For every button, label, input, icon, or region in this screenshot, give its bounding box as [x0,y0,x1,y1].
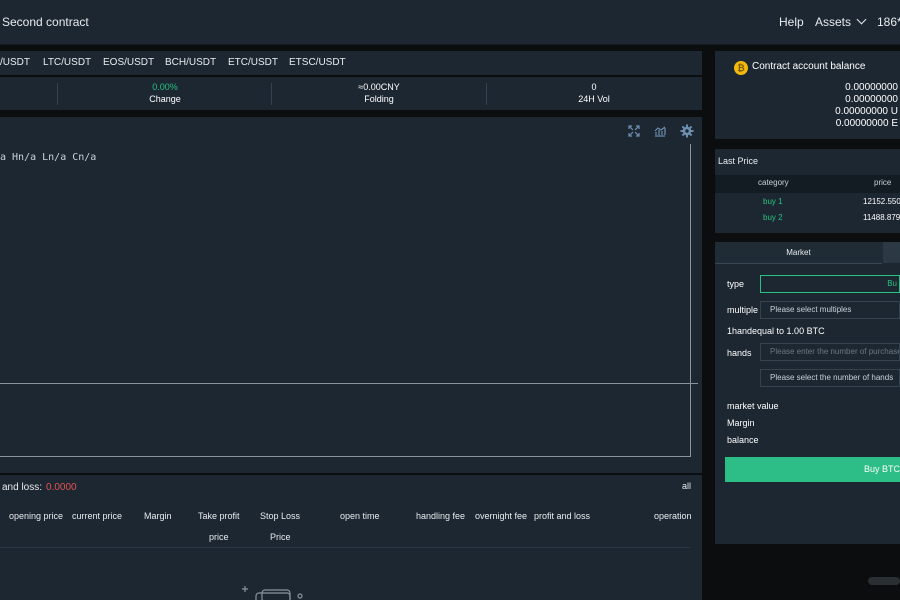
scroll-hint [868,577,900,585]
balance-value: 0.00000000 [845,94,898,105]
divider [57,83,58,105]
pair-tabs: /USDT LTC/USDT EOS/USDT BCH/USDT ETC/USD… [0,51,702,75]
orders-panel: and loss: 0.0000 all opening price curren… [0,475,702,600]
trade-tabs: Market [715,242,900,264]
all-filter[interactable]: all [682,481,691,491]
last-price-header: category price [715,175,900,193]
col-take-profit-price: price [209,532,229,542]
profit-loss-label: and loss: [2,482,43,493]
coin-icon: ₿ [734,61,748,75]
col-overnight-fee: overnight fee [475,511,528,521]
col-stop-loss: Stop Loss [260,511,301,521]
volume-value: 0 [591,82,597,92]
col-margin: Margin [144,511,172,521]
page-title: Second contract [2,15,89,29]
volume-stat: 0 24H Vol [549,82,639,104]
chart-crosshair [0,383,698,384]
buy-button[interactable]: Buy BTC [725,457,900,482]
balance-value: 0.00000000 E [835,118,898,129]
col-operation: operation [654,511,692,521]
margin-label: Margin [727,418,755,428]
type-label: type [727,279,745,289]
row-category: buy 1 [763,197,783,206]
folding-value: ≈0.00CNY [358,82,400,92]
balance-value: 0.00000000 U [835,106,898,117]
divider [271,83,272,105]
multiple-label: multiple [727,305,759,315]
top-bar: Second contract Help Assets 186** [0,0,900,45]
profit-loss-summary: and loss: 0.0000 [2,482,77,493]
assets-menu[interactable]: Assets [815,14,867,29]
last-price-title: Last Price [718,156,759,166]
col-stop-loss-price: Price [270,532,291,542]
ticker-stats: 0.00% Change ≈0.00CNY Folding 0 24H Vol [0,77,702,110]
pair-tab[interactable]: ETSC/USDT [289,57,346,68]
balance-label: balance [727,435,759,445]
col-profit-and-loss: profit and loss [534,511,591,521]
pair-tab[interactable]: /USDT [0,57,30,68]
tab-other[interactable] [883,242,900,263]
indicator-icon[interactable] [653,124,667,138]
tab-market[interactable]: Market [715,242,882,264]
pair-tab[interactable]: BCH/USDT [165,57,216,68]
change-label: Change [149,94,181,104]
buy-button-label: Buy BTC [863,464,900,474]
col-take-profit: Take profit [198,511,240,521]
col-price: price [874,178,892,187]
pair-tab[interactable]: EOS/USDT [103,57,154,68]
type-selector[interactable]: Bu [760,275,900,293]
hands-label: hands [727,348,752,358]
multiple-select[interactable]: Please select multiples [760,301,900,319]
empty-state-icon [242,586,303,600]
pair-tab[interactable]: ETC/USDT [228,57,278,68]
row-price: 11488.879 [863,213,900,222]
col-current-price: current price [72,511,123,521]
fullscreen-icon[interactable] [627,124,641,138]
hand-equal-text: 1handequal to 1.00 BTC [727,326,825,336]
chart-frame [0,144,691,457]
market-value-label: market value [727,401,779,411]
last-price-panel: Last Price category price buy 1 12152.55… [715,149,900,233]
account-title: Contract account balance [752,61,866,72]
change-value: 0.00% [152,82,178,92]
volume-label: 24H Vol [578,94,610,104]
price-chart[interactable]: a Hn/a Ln/a Cn/a [0,117,702,473]
assets-label: Assets [815,15,852,29]
col-handling-fee: handling fee [416,511,466,521]
table-divider [0,547,690,548]
trade-panel: Market type Bu multiple Please select mu… [715,242,900,544]
ohlc-readout: a Hn/a Ln/a Cn/a [0,152,97,163]
col-opening-price: opening price [9,511,64,521]
balance-value: 0.00000000 [845,82,898,93]
contract-account-panel: ₿ Contract account balance 0.00000000 0.… [715,51,900,139]
row-price: 12152.550 [863,197,900,206]
settings-icon[interactable] [680,124,694,138]
row-category: buy 2 [763,213,783,222]
chevron-down-icon [856,14,867,25]
divider [486,83,487,105]
pair-tab[interactable]: LTC/USDT [43,57,91,68]
folding-label: Folding [364,94,394,104]
hands-input[interactable]: Please enter the number of purchases [760,343,900,361]
user-account[interactable]: 186** [877,15,900,29]
col-category: category [758,178,789,187]
hands-select[interactable]: Please select the number of hands [760,369,900,387]
profit-loss-value: 0.0000 [46,482,77,493]
help-link[interactable]: Help [779,15,804,29]
col-open-time: open time [340,511,380,521]
change-stat: 0.00% Change [120,82,210,104]
folding-stat: ≈0.00CNY Folding [334,82,424,104]
